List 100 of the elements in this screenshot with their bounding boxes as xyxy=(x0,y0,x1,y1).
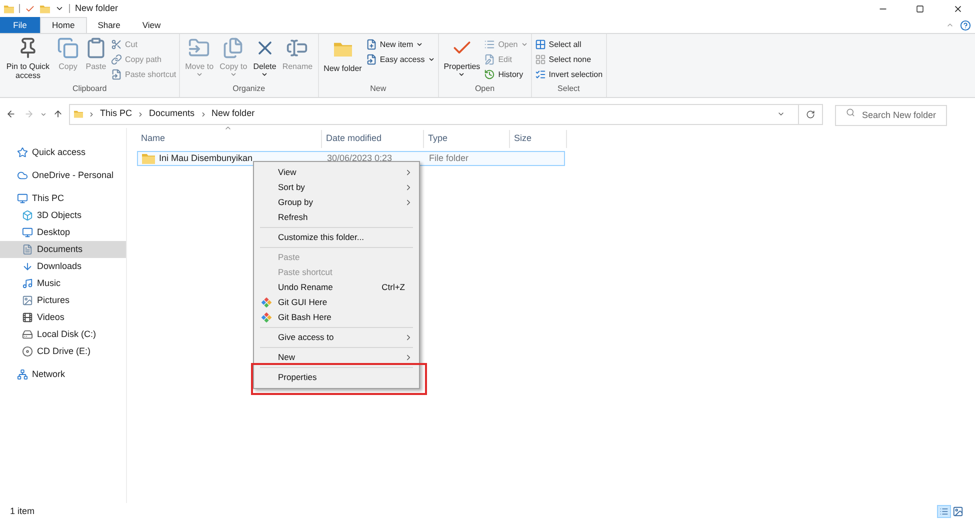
folder-icon xyxy=(74,108,83,120)
sidebar-item[interactable]: This PC xyxy=(0,190,126,207)
edit-icon xyxy=(484,54,496,65)
ribbon-button[interactable]: Properties xyxy=(442,37,482,78)
group-label: New xyxy=(369,83,388,95)
sidebar-item[interactable]: Local Disk (C:) xyxy=(0,326,126,343)
sidebar-item[interactable]: Music xyxy=(0,275,126,292)
menu-item[interactable]: Undo Rename Ctrl+Z xyxy=(254,280,419,295)
shortcut-icon xyxy=(111,69,122,80)
select-none-icon xyxy=(534,54,546,65)
ribbon-button[interactable]: New folder xyxy=(322,37,364,73)
ribbon-tab[interactable]: Home xyxy=(40,17,87,33)
group-label: Clipboard xyxy=(71,83,108,95)
menu-item[interactable]: Properties xyxy=(254,370,419,385)
menu-item[interactable]: Git GUI Here xyxy=(254,295,419,310)
ribbon-button[interactable]: History xyxy=(484,69,528,80)
scissors-icon xyxy=(111,39,122,50)
sidebar-item[interactable]: Pictures xyxy=(0,292,126,309)
sidebar-item[interactable]: OneDrive - Personal xyxy=(0,167,126,184)
search-icon xyxy=(846,108,855,117)
ribbon-tab[interactable]: View xyxy=(131,17,172,33)
ribbon-button[interactable]: Select all xyxy=(534,39,603,50)
file-tab[interactable]: File xyxy=(0,17,40,33)
chevron-icon xyxy=(137,110,144,118)
ribbon-tab[interactable]: Share xyxy=(86,17,132,33)
menu-item[interactable]: Group by xyxy=(254,195,419,210)
large-icons-view-icon[interactable] xyxy=(951,505,965,518)
new-item-icon xyxy=(366,39,377,50)
new-folder-icon xyxy=(40,2,50,14)
back-icon[interactable] xyxy=(6,109,16,119)
shortcut-text: Ctrl+Z xyxy=(382,281,405,294)
item-count: 1 item xyxy=(10,504,35,518)
sidebar-item[interactable]: Downloads xyxy=(0,258,126,275)
sidebar-item[interactable]: Network xyxy=(0,366,126,383)
sidebar-item[interactable]: CD Drive (E:) xyxy=(0,343,126,360)
breadcrumb-item[interactable]: Documents xyxy=(149,107,195,121)
column-header[interactable]: Name xyxy=(137,130,322,148)
ribbon-button[interactable]: Invert selection xyxy=(534,69,603,80)
table-cell: Ini Mau Disembunyikan xyxy=(138,152,323,166)
breadcrumb-item[interactable]: New folder xyxy=(212,107,255,121)
group-label: Open xyxy=(474,83,496,95)
music-note-icon xyxy=(22,278,33,289)
menu-item[interactable]: Give access to xyxy=(254,330,419,345)
select-all-icon xyxy=(534,39,546,50)
clipboard-icon xyxy=(85,37,107,59)
sidebar-item[interactable]: Desktop xyxy=(0,224,126,241)
column-header[interactable]: Size xyxy=(510,130,567,148)
sidebar-item[interactable]: Videos xyxy=(0,309,126,326)
film-icon xyxy=(22,312,33,323)
ribbon-button[interactable]: Delete xyxy=(251,37,278,78)
breadcrumb-item[interactable]: This PC xyxy=(100,107,132,121)
menu-item[interactable]: View xyxy=(254,165,419,180)
sidebar-item[interactable]: Quick access xyxy=(0,144,126,161)
rename-icon xyxy=(286,37,308,59)
menu-item[interactable]: Refresh xyxy=(254,210,419,225)
group-label: Organize xyxy=(232,83,266,95)
diamond-icon xyxy=(260,297,272,308)
folder-icon xyxy=(142,153,155,164)
folder-icon xyxy=(4,2,14,14)
download-icon xyxy=(22,261,33,272)
diamond-icon xyxy=(260,312,272,323)
cube-icon xyxy=(22,210,33,221)
chevron-icon xyxy=(200,110,207,118)
details-view-icon[interactable] xyxy=(937,505,951,518)
sort-icon xyxy=(224,124,232,132)
desktop-icon xyxy=(22,227,33,238)
refresh-icon[interactable] xyxy=(806,110,815,118)
table-cell-text: 30/06/2023 0:23 xyxy=(326,152,394,165)
document-icon xyxy=(22,244,33,255)
move-icon xyxy=(188,37,210,59)
copy-icon xyxy=(222,37,244,59)
close-icon[interactable] xyxy=(953,4,963,14)
ribbon-button[interactable]: Easy access xyxy=(366,54,435,65)
network-icon xyxy=(17,369,28,380)
menu-item[interactable]: Customize this folder... xyxy=(254,230,419,245)
window-title: New folder xyxy=(75,2,118,15)
sidebar-item[interactable]: 3D Objects xyxy=(0,207,126,224)
column-header[interactable]: Type xyxy=(424,130,510,148)
history-icon xyxy=(484,69,496,80)
up-icon[interactable] xyxy=(53,109,63,119)
table-cell-text: File folder xyxy=(428,152,470,165)
ribbon-button[interactable]: Pin to Quick access xyxy=(3,37,53,80)
menu-item[interactable]: New xyxy=(254,350,419,365)
column-header[interactable]: Date modified xyxy=(322,130,424,148)
sidebar-item[interactable]: Documents xyxy=(0,241,126,258)
ribbon-button[interactable]: New item xyxy=(366,39,435,50)
address-field[interactable]: This PC Documents New folder xyxy=(69,104,823,124)
invert-selection-icon xyxy=(534,69,546,80)
help-icon[interactable] xyxy=(960,20,971,31)
monitor-icon xyxy=(17,193,28,204)
search-field[interactable]: Search New folder xyxy=(835,104,947,126)
group-label: Select xyxy=(556,83,581,95)
menu-item[interactable]: Git Bash Here xyxy=(254,310,419,325)
cloud-icon xyxy=(17,170,28,181)
ribbon-button[interactable]: Select none xyxy=(534,54,603,65)
picture-icon xyxy=(22,295,33,306)
menu-item[interactable]: Sort by xyxy=(254,180,419,195)
restore-icon[interactable] xyxy=(916,4,924,12)
drive-icon xyxy=(22,329,33,340)
disc-icon xyxy=(22,346,33,357)
